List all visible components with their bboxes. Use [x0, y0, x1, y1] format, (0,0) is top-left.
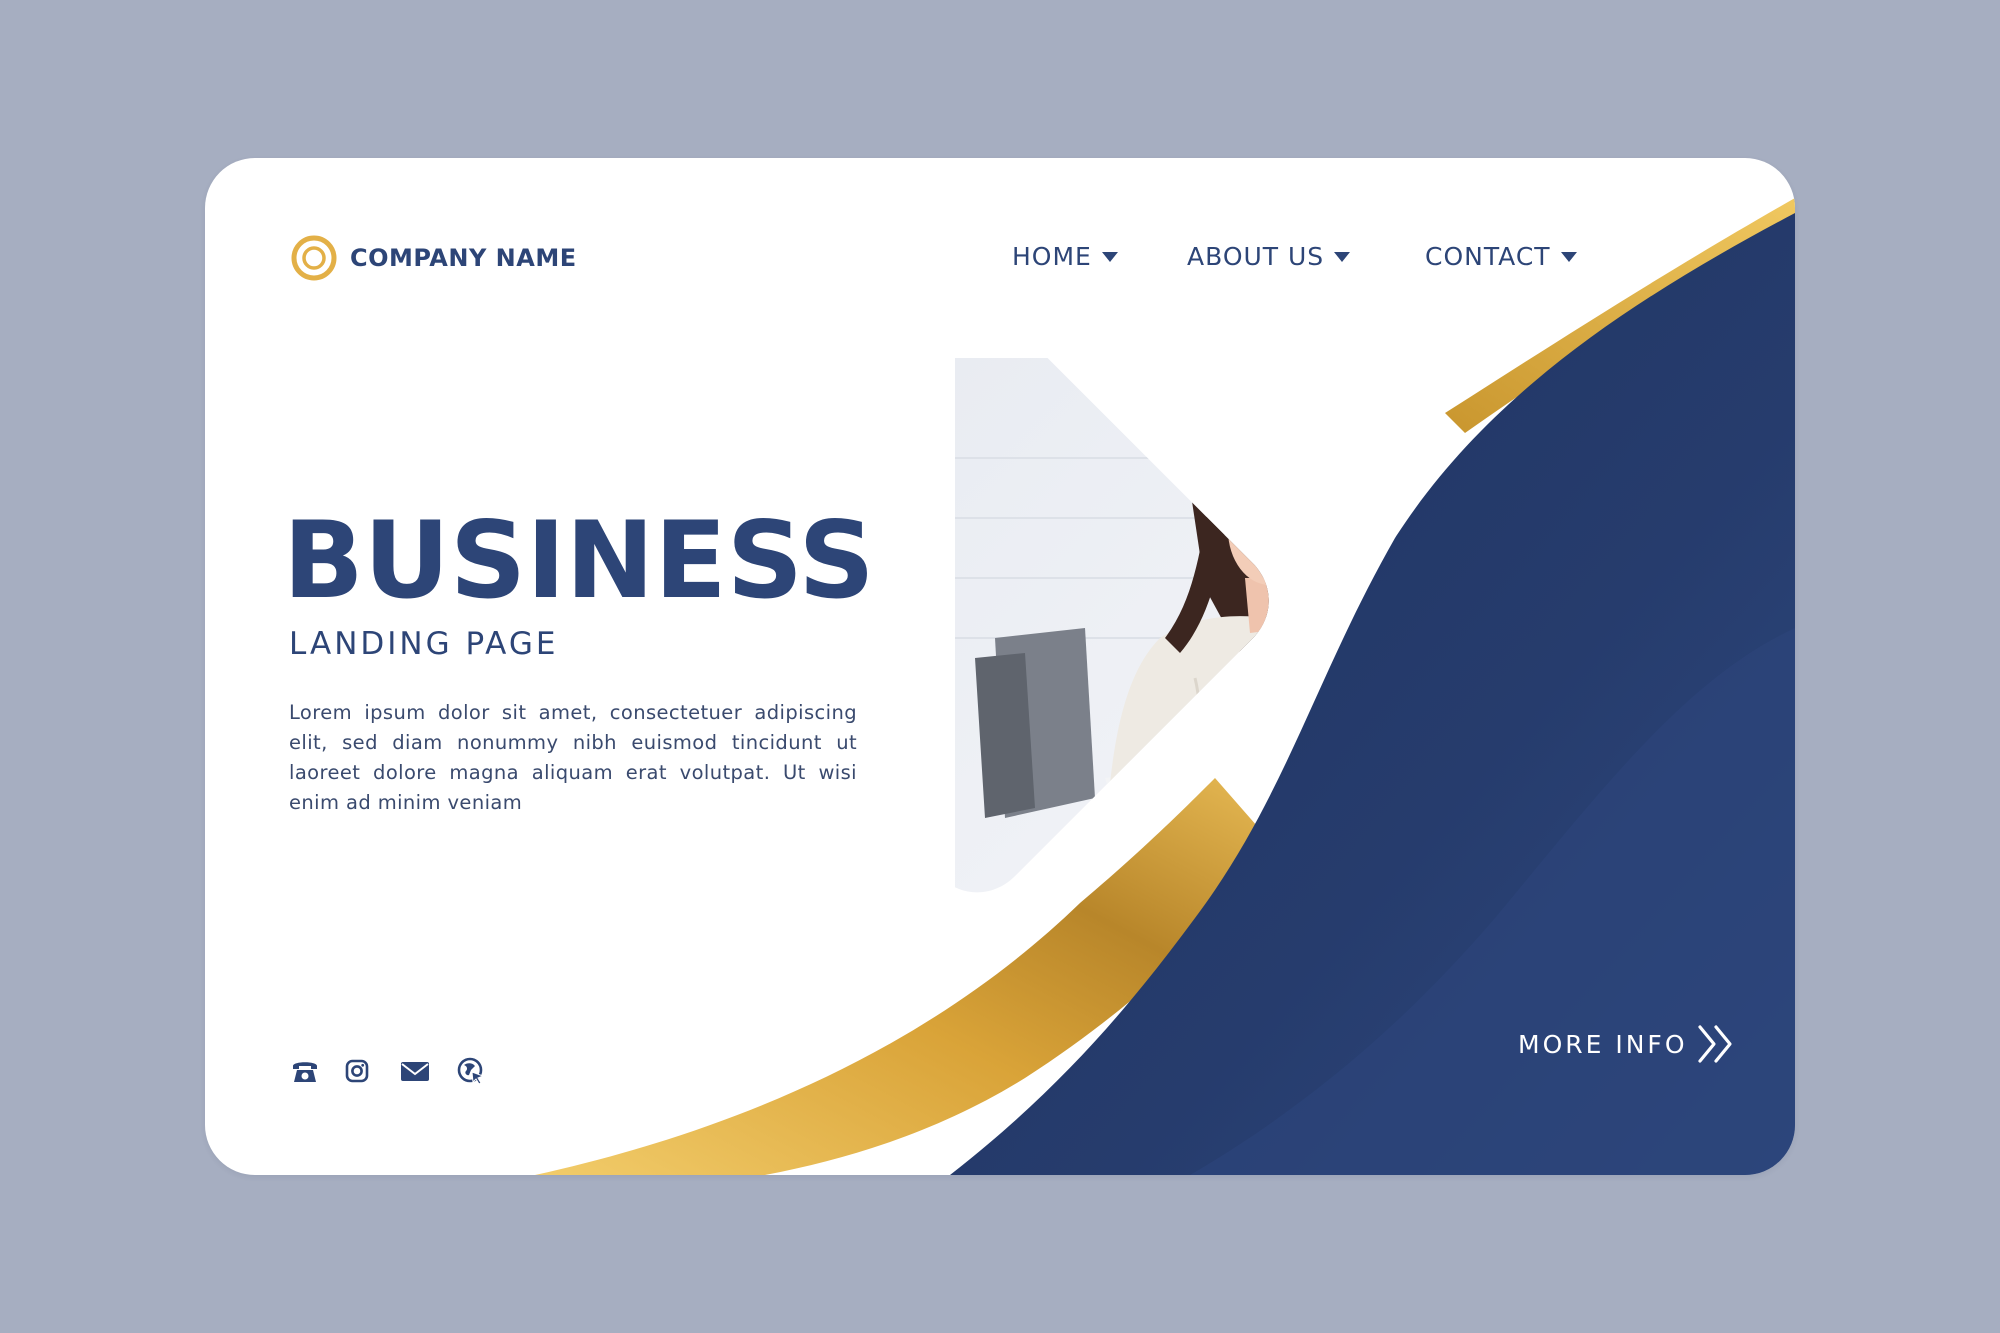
hero-subtitle: LANDING PAGE	[289, 626, 559, 662]
landing-card: COMPANY NAME HOME ABOUT US CONTACT BUSIN…	[205, 158, 1795, 1175]
nav-item-label: ABOUT US	[1187, 242, 1325, 271]
caret-down-icon	[1101, 251, 1118, 262]
more-info-label: MORE INFO	[1518, 1029, 1688, 1059]
caret-down-icon	[1334, 251, 1351, 262]
phone-icon[interactable]	[290, 1056, 320, 1086]
more-info-button[interactable]: MORE INFO	[1518, 1024, 1738, 1064]
nav-item-contact[interactable]: CONTACT	[1425, 242, 1578, 271]
double-chevron-right-icon	[1697, 1025, 1732, 1063]
nav-item-label: HOME	[1012, 242, 1092, 271]
globe-icon[interactable]	[456, 1056, 486, 1086]
nav-item-home[interactable]: HOME	[1012, 242, 1119, 271]
company-name: COMPANY NAME	[350, 244, 577, 272]
nav-item-about-us[interactable]: ABOUT US	[1187, 242, 1351, 271]
instagram-icon[interactable]	[342, 1056, 372, 1086]
mail-icon[interactable]	[400, 1056, 430, 1086]
hero-title: BUSINESS	[283, 499, 875, 622]
brand[interactable]: COMPANY NAME	[290, 233, 577, 283]
caret-down-icon	[1560, 251, 1577, 262]
concentric-circle-logo-icon	[291, 235, 337, 281]
hero-body-text: Lorem ipsum dolor sit amet, consectetuer…	[289, 701, 857, 814]
background-shapes	[535, 198, 1795, 1175]
nav-item-label: CONTACT	[1425, 242, 1551, 271]
